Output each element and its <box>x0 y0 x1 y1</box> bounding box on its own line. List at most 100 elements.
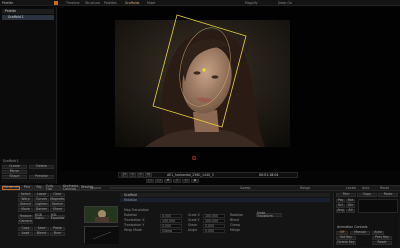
reset-label[interactable]: Reset <box>380 186 389 190</box>
pins-button[interactable]: Pins <box>21 186 33 190</box>
scale-y-field[interactable]: 100.000 <box>203 219 225 223</box>
field-value: Clamp <box>162 229 173 233</box>
color-button[interactable]: Color <box>50 193 65 197</box>
scl-button[interactable]: Scl <box>336 204 345 208</box>
auto-button[interactable]: Auto <box>372 231 384 235</box>
rig-button[interactable]: Rig <box>34 186 44 190</box>
manual-button[interactable]: Manual <box>350 231 370 235</box>
select-button[interactable]: Select <box>18 193 33 197</box>
lighten-button[interactable]: Lighten <box>34 203 49 207</box>
param-label: Rotation <box>230 213 244 217</box>
angle-field[interactable]: 0.000 <box>203 229 225 233</box>
mode-button[interactable]: □ <box>155 179 163 183</box>
hsl-equalize-button[interactable]: HSL Equalize <box>50 213 65 220</box>
timecode-display: 00:01:18:04 <box>259 173 279 177</box>
camera-button[interactable]: Camera <box>18 220 33 224</box>
shear-field[interactable]: 0.000 <box>203 224 225 228</box>
prev-key-button[interactable]: Prev Key <box>372 236 392 240</box>
loose-button[interactable]: Loose <box>34 193 49 197</box>
center-handle-icon[interactable] <box>202 68 206 72</box>
auto-label[interactable]: Auto <box>362 186 369 190</box>
sweep-slider[interactable] <box>110 187 170 189</box>
mode-button[interactable]: ○ <box>182 179 190 183</box>
param-label: Translation Y <box>124 223 145 227</box>
trim-tab[interactable]: Trim <box>336 193 356 197</box>
rotation-field[interactable]: 0.000 <box>160 214 182 218</box>
mode-button[interactable]: ⊞ <box>164 179 172 183</box>
param-label: Angle <box>188 228 198 232</box>
mode-button[interactable]: □ <box>146 179 154 183</box>
source-thumbnail[interactable] <box>84 206 118 223</box>
save-button[interactable]: Save <box>34 227 49 231</box>
clip-name: AE1_horizontal_2560_1440_3 <box>167 173 214 177</box>
range-label: Range <box>300 186 311 190</box>
paste-button[interactable]: Paste <box>50 227 65 231</box>
blend-button[interactable]: Blend <box>34 232 49 236</box>
param-row[interactable]: Rotation <box>120 198 330 202</box>
all-button[interactable]: All <box>346 209 355 213</box>
param-label: Merge <box>230 228 240 232</box>
field-value: 0.000 <box>205 229 215 233</box>
field-value: 100.000 <box>205 214 219 218</box>
translation-x-field[interactable]: 100.000 <box>160 219 182 223</box>
pos-button[interactable]: Pos <box>336 199 345 203</box>
mode-button[interactable]: ◇ <box>173 179 181 183</box>
paste-tab[interactable]: Paste <box>378 193 398 197</box>
stretch-button[interactable]: Stretch <box>50 203 65 207</box>
keyframe-graph[interactable] <box>358 199 398 213</box>
keyframe-button[interactable]: Keyframe Controls <box>62 184 80 191</box>
darken-button[interactable]: Darken <box>34 208 49 212</box>
param-label: Map Translation <box>124 208 150 212</box>
warp-button[interactable]: Warp <box>18 198 33 202</box>
translation-y-field[interactable]: 0.000 <box>160 224 182 228</box>
shear-button[interactable]: Shear <box>50 208 65 212</box>
pin-marker-icon[interactable] <box>191 155 197 161</box>
shr-button[interactable]: Shr <box>346 204 355 208</box>
play-button[interactable]: > <box>137 173 144 177</box>
param-label: Clamp <box>230 223 241 227</box>
set-key-button[interactable]: Set Key <box>336 236 356 240</box>
scale-x-field[interactable]: 100.000 <box>203 214 225 218</box>
off-button[interactable]: Off <box>336 231 348 235</box>
step-back-button[interactable]: < <box>129 173 136 177</box>
field-value: 0.000 <box>205 224 215 228</box>
transport-bar: |< < > >| AE1_horizontal_2560_1440_3 00:… <box>118 172 298 178</box>
copy-tab[interactable]: Copy <box>357 193 377 197</box>
move-button[interactable]: Move <box>18 208 33 212</box>
rot-button[interactable]: Rot <box>346 199 355 203</box>
thumbnail-image <box>85 207 117 222</box>
burn-button[interactable]: Burn <box>50 232 65 236</box>
param-label: Rotation <box>124 213 138 217</box>
thumbnail-image <box>85 227 119 244</box>
curves-button[interactable]: Curves <box>34 198 49 202</box>
make-transform-button[interactable]: Make Transform <box>256 211 282 218</box>
bottom-panel: Construct Pins Rig Fully Flat Keyframe C… <box>0 184 400 248</box>
animation-controls-title: Animation Controls <box>337 225 368 229</box>
ang-button[interactable]: Ang <box>336 209 345 213</box>
rgb-gains-button[interactable]: RGB Gains <box>34 213 49 220</box>
copy-button[interactable]: Copy <box>18 227 33 231</box>
fully-flat-button[interactable]: Fully Flat <box>45 184 61 191</box>
load-button[interactable]: Load <box>18 232 33 236</box>
stencil-button[interactable]: Stencil <box>18 203 33 207</box>
scaffold-ellipse[interactable] <box>172 22 238 111</box>
param-label: Blend <box>230 218 240 222</box>
go-end-button[interactable]: >| <box>145 173 152 177</box>
delete-key-button[interactable]: Delete Key <box>336 241 356 245</box>
mode-button[interactable]: ◆ <box>191 179 199 183</box>
param-label: Scale Y <box>188 218 200 222</box>
reset-button[interactable]: Reset <box>372 241 392 245</box>
section-header: Scaffold <box>120 193 330 197</box>
right-panel: Trim Copy Paste Pos Rot Scl Shr Ang All … <box>333 193 399 247</box>
result-thumbnail[interactable] <box>84 226 119 244</box>
param-label: Shear <box>188 223 198 227</box>
wrap-mode-field[interactable]: Clamp <box>160 229 182 233</box>
magnetic-button[interactable]: Magnetic <box>50 198 65 202</box>
field-value: 100.000 <box>205 219 219 223</box>
mode-toolbar: □ □ ⊞ ◇ ○ ◆ <box>118 179 298 184</box>
source-label: Source <box>90 186 101 190</box>
construct-button[interactable]: Construct <box>2 186 20 190</box>
field-value: 100.000 <box>162 219 176 223</box>
go-start-button[interactable]: |< <box>121 173 128 177</box>
texture-button[interactable]: Texture <box>18 215 33 219</box>
